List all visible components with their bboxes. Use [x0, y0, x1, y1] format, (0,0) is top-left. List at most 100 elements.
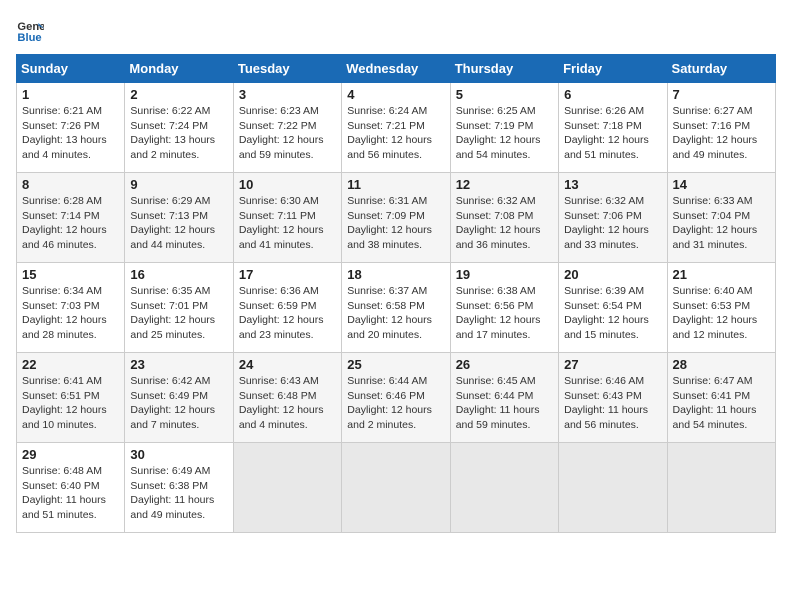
day-number: 15	[22, 267, 119, 282]
table-row: 15 Sunrise: 6:34 AM Sunset: 7:03 PM Dayl…	[17, 263, 125, 353]
daylight-text: Daylight: 12 hours and 56 minutes.	[347, 133, 444, 162]
daylight-text: Daylight: 12 hours and 36 minutes.	[456, 223, 553, 252]
day-number: 24	[239, 357, 336, 372]
sunset-text: Sunset: 7:03 PM	[22, 299, 119, 314]
sunrise-text: Sunrise: 6:34 AM	[22, 284, 119, 299]
calendar-row: 1 Sunrise: 6:21 AM Sunset: 7:26 PM Dayli…	[17, 83, 776, 173]
day-number: 2	[130, 87, 227, 102]
sunset-text: Sunset: 7:22 PM	[239, 119, 336, 134]
day-number: 10	[239, 177, 336, 192]
day-info: Sunrise: 6:26 AM Sunset: 7:18 PM Dayligh…	[564, 104, 661, 163]
day-number: 5	[456, 87, 553, 102]
day-number: 25	[347, 357, 444, 372]
table-row: 1 Sunrise: 6:21 AM Sunset: 7:26 PM Dayli…	[17, 83, 125, 173]
table-row: 19 Sunrise: 6:38 AM Sunset: 6:56 PM Dayl…	[450, 263, 558, 353]
day-number: 4	[347, 87, 444, 102]
sunrise-text: Sunrise: 6:39 AM	[564, 284, 661, 299]
daylight-text: Daylight: 12 hours and 51 minutes.	[564, 133, 661, 162]
daylight-text: Daylight: 11 hours and 56 minutes.	[564, 403, 661, 432]
sunset-text: Sunset: 7:08 PM	[456, 209, 553, 224]
day-info: Sunrise: 6:21 AM Sunset: 7:26 PM Dayligh…	[22, 104, 119, 163]
sunrise-text: Sunrise: 6:21 AM	[22, 104, 119, 119]
day-info: Sunrise: 6:38 AM Sunset: 6:56 PM Dayligh…	[456, 284, 553, 343]
day-info: Sunrise: 6:47 AM Sunset: 6:41 PM Dayligh…	[673, 374, 770, 433]
sunset-text: Sunset: 6:44 PM	[456, 389, 553, 404]
day-info: Sunrise: 6:34 AM Sunset: 7:03 PM Dayligh…	[22, 284, 119, 343]
table-row: 3 Sunrise: 6:23 AM Sunset: 7:22 PM Dayli…	[233, 83, 341, 173]
sunrise-text: Sunrise: 6:24 AM	[347, 104, 444, 119]
sunset-text: Sunset: 7:01 PM	[130, 299, 227, 314]
table-row: 8 Sunrise: 6:28 AM Sunset: 7:14 PM Dayli…	[17, 173, 125, 263]
table-row: 9 Sunrise: 6:29 AM Sunset: 7:13 PM Dayli…	[125, 173, 233, 263]
daylight-text: Daylight: 12 hours and 49 minutes.	[673, 133, 770, 162]
daylight-text: Daylight: 11 hours and 51 minutes.	[22, 493, 119, 522]
sunset-text: Sunset: 7:13 PM	[130, 209, 227, 224]
sunrise-text: Sunrise: 6:27 AM	[673, 104, 770, 119]
day-number: 12	[456, 177, 553, 192]
sunset-text: Sunset: 6:49 PM	[130, 389, 227, 404]
table-row: 26 Sunrise: 6:45 AM Sunset: 6:44 PM Dayl…	[450, 353, 558, 443]
sunset-text: Sunset: 7:26 PM	[22, 119, 119, 134]
sunset-text: Sunset: 7:24 PM	[130, 119, 227, 134]
day-number: 28	[673, 357, 770, 372]
day-info: Sunrise: 6:35 AM Sunset: 7:01 PM Dayligh…	[130, 284, 227, 343]
daylight-text: Daylight: 11 hours and 59 minutes.	[456, 403, 553, 432]
table-row: 5 Sunrise: 6:25 AM Sunset: 7:19 PM Dayli…	[450, 83, 558, 173]
table-row: 6 Sunrise: 6:26 AM Sunset: 7:18 PM Dayli…	[559, 83, 667, 173]
daylight-text: Daylight: 12 hours and 17 minutes.	[456, 313, 553, 342]
sunset-text: Sunset: 7:06 PM	[564, 209, 661, 224]
header-saturday: Saturday	[667, 55, 775, 83]
table-row	[559, 443, 667, 533]
calendar-row: 29 Sunrise: 6:48 AM Sunset: 6:40 PM Dayl…	[17, 443, 776, 533]
sunrise-text: Sunrise: 6:31 AM	[347, 194, 444, 209]
table-row: 25 Sunrise: 6:44 AM Sunset: 6:46 PM Dayl…	[342, 353, 450, 443]
header-tuesday: Tuesday	[233, 55, 341, 83]
sunrise-text: Sunrise: 6:45 AM	[456, 374, 553, 389]
table-row: 17 Sunrise: 6:36 AM Sunset: 6:59 PM Dayl…	[233, 263, 341, 353]
sunrise-text: Sunrise: 6:32 AM	[456, 194, 553, 209]
day-number: 17	[239, 267, 336, 282]
table-row: 12 Sunrise: 6:32 AM Sunset: 7:08 PM Dayl…	[450, 173, 558, 263]
page-header: General Blue	[16, 16, 776, 44]
sunrise-text: Sunrise: 6:44 AM	[347, 374, 444, 389]
daylight-text: Daylight: 12 hours and 31 minutes.	[673, 223, 770, 252]
day-number: 26	[456, 357, 553, 372]
table-row: 16 Sunrise: 6:35 AM Sunset: 7:01 PM Dayl…	[125, 263, 233, 353]
table-row: 10 Sunrise: 6:30 AM Sunset: 7:11 PM Dayl…	[233, 173, 341, 263]
daylight-text: Daylight: 13 hours and 2 minutes.	[130, 133, 227, 162]
day-info: Sunrise: 6:42 AM Sunset: 6:49 PM Dayligh…	[130, 374, 227, 433]
sunrise-text: Sunrise: 6:48 AM	[22, 464, 119, 479]
sunrise-text: Sunrise: 6:41 AM	[22, 374, 119, 389]
table-row: 4 Sunrise: 6:24 AM Sunset: 7:21 PM Dayli…	[342, 83, 450, 173]
table-row	[667, 443, 775, 533]
day-info: Sunrise: 6:40 AM Sunset: 6:53 PM Dayligh…	[673, 284, 770, 343]
day-number: 11	[347, 177, 444, 192]
daylight-text: Daylight: 12 hours and 12 minutes.	[673, 313, 770, 342]
day-number: 18	[347, 267, 444, 282]
daylight-text: Daylight: 12 hours and 54 minutes.	[456, 133, 553, 162]
daylight-text: Daylight: 12 hours and 15 minutes.	[564, 313, 661, 342]
day-number: 20	[564, 267, 661, 282]
day-number: 3	[239, 87, 336, 102]
header-wednesday: Wednesday	[342, 55, 450, 83]
calendar-table: Sunday Monday Tuesday Wednesday Thursday…	[16, 54, 776, 533]
day-number: 22	[22, 357, 119, 372]
day-info: Sunrise: 6:36 AM Sunset: 6:59 PM Dayligh…	[239, 284, 336, 343]
sunrise-text: Sunrise: 6:49 AM	[130, 464, 227, 479]
day-info: Sunrise: 6:46 AM Sunset: 6:43 PM Dayligh…	[564, 374, 661, 433]
sunset-text: Sunset: 6:48 PM	[239, 389, 336, 404]
table-row: 23 Sunrise: 6:42 AM Sunset: 6:49 PM Dayl…	[125, 353, 233, 443]
table-row	[233, 443, 341, 533]
day-number: 21	[673, 267, 770, 282]
table-row: 7 Sunrise: 6:27 AM Sunset: 7:16 PM Dayli…	[667, 83, 775, 173]
daylight-text: Daylight: 12 hours and 41 minutes.	[239, 223, 336, 252]
day-info: Sunrise: 6:23 AM Sunset: 7:22 PM Dayligh…	[239, 104, 336, 163]
day-number: 8	[22, 177, 119, 192]
day-number: 14	[673, 177, 770, 192]
daylight-text: Daylight: 12 hours and 25 minutes.	[130, 313, 227, 342]
calendar-row: 22 Sunrise: 6:41 AM Sunset: 6:51 PM Dayl…	[17, 353, 776, 443]
day-number: 19	[456, 267, 553, 282]
sunset-text: Sunset: 6:43 PM	[564, 389, 661, 404]
day-info: Sunrise: 6:29 AM Sunset: 7:13 PM Dayligh…	[130, 194, 227, 253]
daylight-text: Daylight: 13 hours and 4 minutes.	[22, 133, 119, 162]
